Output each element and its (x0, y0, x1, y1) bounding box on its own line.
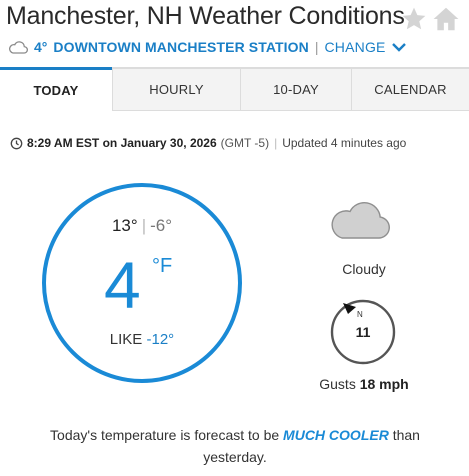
feels-like: LIKE -12° (42, 331, 242, 348)
cloud-icon (9, 41, 28, 54)
forecast-prefix: Today's temperature is forecast to be (50, 427, 280, 443)
forecast-comparison: Today's temperature is forecast to be MU… (20, 424, 450, 468)
forecast-highlight: MUCH COOLER (283, 427, 389, 443)
gusts-value: 18 mph (359, 376, 409, 392)
feels-like-value: -12° (146, 331, 175, 348)
wind-gusts: Gusts 18 mph (300, 376, 428, 392)
separator: | (274, 136, 278, 150)
tab-10-day[interactable]: 10-DAY (240, 67, 351, 111)
low-temp: -6° (150, 216, 173, 235)
observation-time: 8:29 AM EST on January 30, 2026 (27, 136, 217, 150)
tab-today[interactable]: TODAY (0, 67, 112, 111)
high-temp: 13° (111, 216, 138, 235)
tab-bar: TODAY HOURLY 10-DAY CALENDAR (0, 67, 469, 113)
separator: | (314, 39, 319, 55)
chevron-down-icon[interactable] (391, 41, 407, 53)
tab-calendar[interactable]: CALENDAR (351, 67, 469, 111)
high-low: 13° | -6° (42, 216, 242, 236)
condition-summary: Cloudy (342, 261, 386, 277)
cloud-icon (331, 202, 390, 239)
gusts-label: Gusts (319, 376, 356, 392)
wind-direction: N (357, 310, 363, 319)
home-icon[interactable] (432, 6, 460, 32)
temperature-unit: °F (152, 255, 173, 277)
separator: | (141, 216, 147, 235)
temperature-ring (42, 183, 242, 383)
station-temperature: 4° (34, 39, 48, 55)
tab-hourly[interactable]: HOURLY (112, 67, 240, 111)
wind-speed: 11 (355, 324, 371, 340)
change-station-link[interactable]: CHANGE (325, 39, 386, 55)
page-title: Manchester, NH Weather Conditions (6, 2, 405, 30)
station-name: DOWNTOWN MANCHESTER STATION (53, 39, 309, 55)
star-icon[interactable] (401, 6, 427, 32)
current-temperature: 4 (104, 248, 141, 322)
clock-icon (10, 137, 23, 149)
station-selector: 4° DOWNTOWN MANCHESTER STATION | CHANGE (8, 37, 407, 57)
gmt-offset: (GMT -5) (220, 136, 270, 150)
feels-like-label: LIKE (109, 331, 143, 348)
updated-text: Updated 4 minutes ago (282, 136, 407, 150)
observation-timestamp: 8:29 AM EST on January 30, 2026 (GMT -5)… (10, 136, 406, 150)
